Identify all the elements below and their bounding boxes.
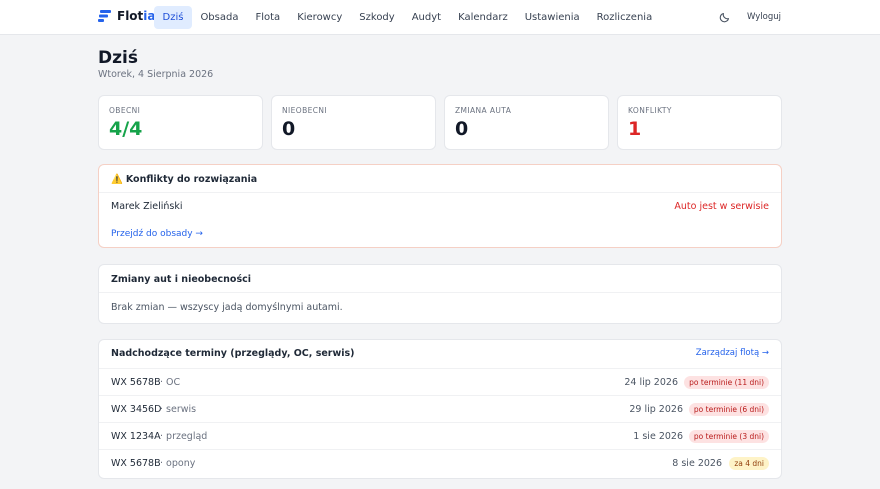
status-badge: po terminie (6 dni) — [688, 403, 769, 416]
warning-icon: ⚠️ — [111, 174, 123, 185]
changes-empty-text: Brak zmian — wszyscy jadą domyślnymi aut… — [111, 302, 343, 313]
term-type: · opony — [160, 458, 196, 469]
divider — [99, 192, 781, 193]
stat-card-absent: NIEOBECNI 0 — [271, 95, 436, 150]
plate-number: WX 5678B — [111, 377, 161, 388]
term-date: 1 sie 2026 — [633, 431, 683, 442]
table-row[interactable]: WX 3456D · serwis 29 lip 2026 po termini… — [99, 395, 781, 422]
table-row[interactable]: WX 5678B · OC 24 lip 2026 po terminie (1… — [99, 368, 781, 395]
stat-value: 0 — [282, 118, 296, 140]
nav-item-obsada[interactable]: Obsada — [192, 6, 247, 29]
stat-label: ZMIANA AUTA — [455, 106, 512, 115]
nav-item-kalendarz[interactable]: Kalendarz — [450, 6, 517, 29]
brand-name: Flotia — [117, 9, 156, 23]
stat-card-conflicts: KONFLIKTY 1 — [617, 95, 782, 150]
changes-card: Zmiany aut i nieobecności Brak zmian — w… — [98, 264, 782, 324]
conflict-issue: Auto jest w serwisie — [674, 201, 769, 212]
terms-title: Nadchodzące terminy (przeglądy, OC, serw… — [111, 348, 355, 359]
status-badge: po terminie (3 dni) — [688, 430, 769, 443]
plate-number: WX 5678B — [111, 458, 161, 469]
manage-fleet-link[interactable]: Zarządzaj flotą → — [696, 348, 769, 358]
top-navbar: Flotia Dziś Obsada Flota Kierowcy Szkody… — [0, 0, 880, 35]
nav-item-audyt[interactable]: Audyt — [403, 6, 449, 29]
conflict-driver-name: Marek Zieliński — [111, 201, 183, 212]
term-type: · serwis — [160, 404, 197, 415]
plate-number: WX 3456D — [111, 404, 162, 415]
upcoming-terms-card: Nadchodzące terminy (przeglądy, OC, serw… — [98, 339, 782, 479]
status-badge: za 4 dni — [729, 457, 769, 470]
term-date: 29 lip 2026 — [629, 404, 683, 415]
term-date: 24 lip 2026 — [624, 377, 678, 388]
stat-label: OBECNI — [109, 106, 141, 115]
moon-icon[interactable] — [719, 11, 731, 23]
main-nav: Dziś Obsada Flota Kierowcy Szkody Audyt … — [154, 6, 661, 29]
go-to-assignment-link[interactable]: Przejdź do obsady → — [111, 229, 203, 239]
stat-card-car-change: ZMIANA AUTA 0 — [444, 95, 609, 150]
logout-button[interactable]: Wyloguj — [747, 12, 781, 22]
term-date: 8 sie 2026 — [672, 458, 722, 469]
page-title: Dziś — [98, 48, 138, 68]
term-type: · OC — [160, 377, 181, 388]
nav-item-dzis[interactable]: Dziś — [154, 6, 192, 29]
page-date: Wtorek, 4 Sierpnia 2026 — [98, 69, 214, 80]
conflicts-title: ⚠️ Konflikty do rozwiązania — [111, 174, 258, 185]
nav-item-szkody[interactable]: Szkody — [351, 6, 403, 29]
nav-item-flota[interactable]: Flota — [247, 6, 289, 29]
brand-logo[interactable]: Flotia — [98, 9, 156, 23]
changes-title: Zmiany aut i nieobecności — [111, 274, 251, 285]
nav-item-rozliczenia[interactable]: Rozliczenia — [588, 6, 661, 29]
stat-value: 0 — [455, 118, 469, 140]
stat-value: 4/4 — [109, 118, 143, 140]
stat-label: NIEOBECNI — [282, 106, 328, 115]
nav-item-kierowcy[interactable]: Kierowcy — [289, 6, 351, 29]
stat-label: KONFLIKTY — [628, 106, 672, 115]
divider — [99, 292, 781, 293]
term-type: · przegląd — [160, 431, 208, 442]
table-row[interactable]: WX 5678B · opony 8 sie 2026 za 4 dni — [99, 449, 781, 476]
conflicts-card: ⚠️ Konflikty do rozwiązania Marek Zielińs… — [98, 164, 782, 248]
status-badge: po terminie (11 dni) — [684, 376, 769, 389]
nav-item-ustawienia[interactable]: Ustawienia — [516, 6, 588, 29]
fleet-logo-icon — [98, 10, 111, 22]
stat-card-present: OBECNI 4/4 — [98, 95, 263, 150]
stat-value: 1 — [628, 118, 642, 140]
table-row[interactable]: WX 1234A · przegląd 1 sie 2026 po termin… — [99, 422, 781, 449]
plate-number: WX 1234A — [111, 431, 161, 442]
